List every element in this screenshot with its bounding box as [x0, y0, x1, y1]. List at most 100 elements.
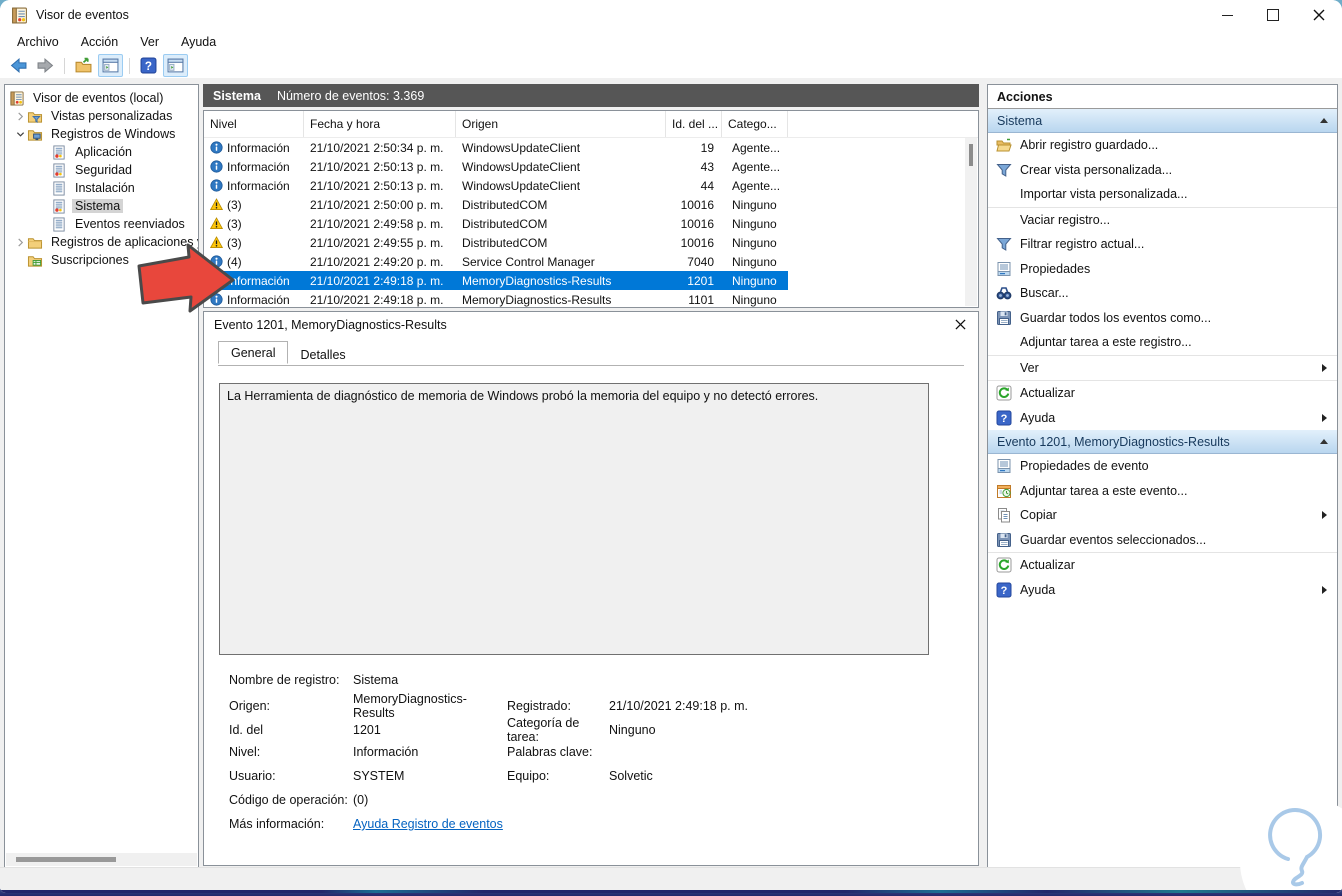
tree-item-eventos-reenviados[interactable]: Eventos reenviados — [5, 215, 198, 233]
help-button[interactable]: ? — [136, 54, 161, 77]
event-row[interactable]: (4) 21/10/2021 2:49:20 p. m. Service Contr… — [204, 252, 788, 271]
event-row[interactable]: (3) 21/10/2021 2:49:58 p. m. DistributedCO… — [204, 214, 788, 233]
log-header-bar: Sistema Número de eventos: 3.369 — [203, 84, 979, 107]
action-adjuntar-tarea-a-este-evento[interactable]: Adjuntar tarea a este evento... — [988, 479, 1337, 504]
action-actualizar[interactable]: Actualizar — [988, 553, 1337, 578]
action-propiedades[interactable]: Propiedades — [988, 257, 1337, 282]
tree-item-instalacion[interactable]: Instalación — [5, 179, 198, 197]
action-actualizar[interactable]: Actualizar — [988, 381, 1337, 406]
tab-detalles[interactable]: Detalles — [288, 344, 357, 365]
action-crear-vista-personalizada[interactable]: Crear vista personalizada... — [988, 158, 1337, 183]
tree-item-sistema[interactable]: Sistema — [5, 197, 198, 215]
close-button[interactable] — [1296, 0, 1342, 30]
menu-archivo[interactable]: Archivo — [6, 33, 70, 51]
submenu-arrow-icon — [1322, 585, 1327, 594]
menu-ver[interactable]: Ver — [129, 33, 170, 51]
tree-item-vistas-personalizadas[interactable]: Vistas personalizadas — [5, 107, 198, 125]
task-icon — [996, 483, 1012, 499]
event-row[interactable]: Información 21/10/2021 2:49:18 p. m. Memor… — [204, 290, 788, 309]
toolbar-separator — [64, 57, 65, 74]
column-header-3[interactable]: Id. del ... — [666, 111, 722, 137]
icon-spacer — [996, 212, 1012, 228]
back-button[interactable] — [6, 54, 31, 77]
action-label: Ayuda — [1020, 582, 1056, 597]
tree-item-visor-de-eventos-local-[interactable]: Visor de eventos (local) — [5, 89, 198, 107]
forward-button[interactable] — [33, 54, 58, 77]
tree-item-seguridad[interactable]: Seguridad — [5, 161, 198, 179]
folder-open-icon — [996, 137, 1012, 153]
column-header-4[interactable]: Catego... — [722, 111, 788, 137]
info-icon — [210, 293, 223, 306]
events-scrollbar-thumb[interactable] — [969, 144, 973, 166]
svg-text:?: ? — [145, 60, 152, 73]
tree-item-registros-de-windows[interactable]: Registros de Windows — [5, 125, 198, 143]
action-vaciar-registro[interactable]: Vaciar registro... — [988, 208, 1337, 233]
menu-accion[interactable]: Acción — [70, 33, 130, 51]
event-fields: Nombre de registro: Sistema Origen: MemoryD… — [219, 668, 963, 836]
chevron-right-icon[interactable] — [13, 237, 27, 247]
action-guardar-todos-los-eventos-como[interactable]: Guardar todos los eventos como... — [988, 306, 1337, 331]
action-ayuda[interactable]: ? Ayuda — [988, 578, 1337, 603]
tree-item-label: Registros de aplicaciones y s — [51, 235, 199, 249]
tree-item-label: Instalación — [75, 181, 135, 195]
show-console-tree-button[interactable] — [98, 54, 123, 77]
action-propiedades-de-evento[interactable]: Propiedades de evento — [988, 454, 1337, 479]
tree-item-registros-de-aplicaciones-y-s[interactable]: Registros de aplicaciones y s — [5, 233, 198, 251]
actions-panel-title: Acciones — [988, 85, 1337, 109]
event-row[interactable]: Información 21/10/2021 2:50:13 p. m. Windo… — [204, 157, 788, 176]
event-message-box: La Herramienta de diagnóstico de memoria… — [219, 383, 929, 655]
event-row[interactable]: (3) 21/10/2021 2:49:55 p. m. DistributedCO… — [204, 233, 788, 252]
event-row[interactable]: Información 21/10/2021 2:50:13 p. m. Windo… — [204, 176, 788, 195]
action-guardar-eventos-seleccionados[interactable]: Guardar eventos seleccionados... — [988, 528, 1337, 553]
action-importar-vista-personalizada[interactable]: Importar vista personalizada... — [988, 182, 1337, 207]
show-action-pane-button[interactable] — [163, 54, 188, 77]
minimize-button[interactable] — [1204, 0, 1250, 30]
tree-item-aplicacion[interactable]: Aplicación — [5, 143, 198, 161]
event-row[interactable]: Información 21/10/2021 2:49:18 p. m. Memor… — [204, 271, 788, 290]
action-ver[interactable]: Ver — [988, 356, 1337, 381]
chevron-down-icon[interactable] — [13, 130, 27, 139]
column-header-1[interactable]: Fecha y hora — [304, 111, 456, 137]
tree-scrollbar-thumb[interactable] — [16, 857, 116, 862]
event-field-row: Usuario: SYSTEM Equipo: Solvetic — [219, 764, 963, 788]
tree-item-label: Suscripciones — [51, 253, 129, 267]
submenu-arrow-icon — [1322, 363, 1327, 372]
folder-icon — [27, 235, 44, 250]
tree-item-suscripciones[interactable]: Suscripciones — [5, 251, 198, 269]
event-detail-title: Evento 1201, MemoryDiagnostics-Results — [214, 317, 447, 332]
field-label: Usuario: — [229, 769, 276, 783]
action-filtrar-registro-actual[interactable]: Filtrar registro actual... — [988, 232, 1337, 257]
maximize-button[interactable] — [1250, 0, 1296, 30]
info-icon — [210, 255, 223, 268]
action-adjuntar-tarea-a-este-registro[interactable]: Adjuntar tarea a este registro... — [988, 330, 1337, 355]
icon-spacer — [996, 186, 1012, 202]
action-ayuda[interactable]: ? Ayuda — [988, 406, 1337, 431]
event-row[interactable]: (3) 21/10/2021 2:50:00 p. m. DistributedCO… — [204, 195, 788, 214]
open-saved-log-button[interactable] — [71, 54, 96, 77]
action-label: Crear vista personalizada... — [1020, 162, 1173, 177]
field-value: Solvetic — [609, 769, 653, 783]
action-label: Propiedades — [1020, 261, 1091, 276]
column-header-0[interactable]: Nivel — [204, 111, 304, 137]
menu-ayuda[interactable]: Ayuda — [170, 33, 227, 51]
action-copiar[interactable]: Copiar — [988, 503, 1337, 528]
actions-section-header[interactable]: Sistema — [988, 109, 1337, 133]
event-row[interactable]: Información 21/10/2021 2:50:34 p. m. Windo… — [204, 138, 788, 157]
toolbar: ? — [0, 53, 1342, 79]
actions-section-header[interactable]: Evento 1201, MemoryDiagnostics-Results — [988, 430, 1337, 454]
detail-close-button[interactable] — [952, 317, 968, 333]
action-buscar[interactable]: Buscar... — [988, 281, 1337, 306]
events-vertical-scrollbar[interactable] — [965, 138, 977, 306]
event-log-help-link[interactable]: Ayuda Registro de eventos — [353, 817, 507, 831]
tree-horizontal-scrollbar[interactable] — [6, 853, 197, 866]
action-abrir-registro-guardado[interactable]: Abrir registro guardado... — [988, 133, 1337, 158]
tab-general[interactable]: General — [218, 341, 289, 364]
field-label: Nivel: — [229, 745, 261, 759]
warning-icon — [210, 236, 223, 249]
action-label: Guardar eventos seleccionados... — [1020, 532, 1207, 547]
action-label: Actualizar — [1020, 386, 1075, 401]
tree-item-label: Aplicación — [75, 145, 132, 159]
column-header-2[interactable]: Origen — [456, 111, 666, 137]
chevron-right-icon[interactable] — [13, 111, 27, 121]
properties-icon — [996, 458, 1012, 474]
